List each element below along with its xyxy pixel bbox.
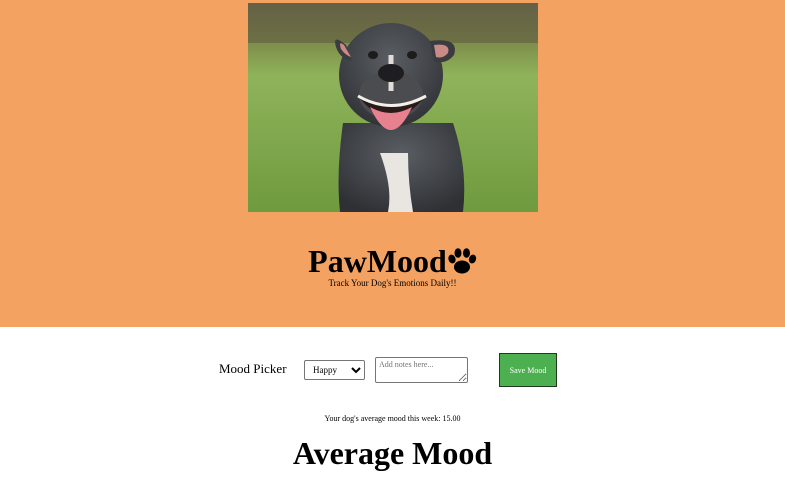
mood-picker-label: Mood Picker <box>219 361 287 376</box>
save-mood-button[interactable]: Save Mood <box>499 353 557 387</box>
dog-photo-illustration <box>248 3 538 212</box>
average-mood-heading: Average Mood <box>292 435 493 471</box>
app-title-text: PawMood <box>308 243 447 280</box>
mood-select[interactable]: Happy <box>304 360 365 380</box>
tagline: Track Your Dog's Emotions Daily!! <box>328 278 457 288</box>
average-mood-text: Your dog's average mood this week: 15.00 <box>324 414 461 423</box>
dog-photo <box>248 3 538 212</box>
notes-field[interactable] <box>375 357 468 383</box>
hero-banner: PawMood Track Your Dog's Emotions Daily!… <box>0 0 785 327</box>
